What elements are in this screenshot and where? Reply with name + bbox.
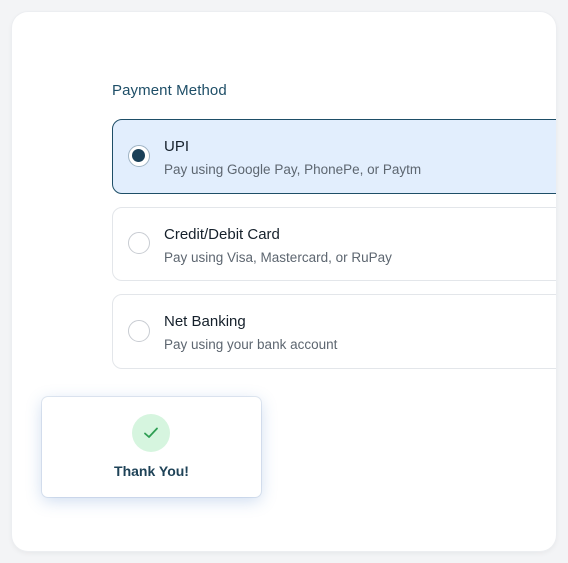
thank-you-toast: Thank You! <box>42 397 261 497</box>
section-title: Payment Method <box>112 82 227 99</box>
payment-option-card[interactable]: Credit/Debit Card Pay using Visa, Master… <box>112 207 556 281</box>
option-description: Pay using your bank account <box>164 337 338 352</box>
option-title: Credit/Debit Card <box>164 226 280 243</box>
payment-card: Payment Method UPI Pay using Google Pay,… <box>12 12 556 551</box>
radio-button-upi[interactable] <box>128 144 150 167</box>
check-icon <box>144 427 158 438</box>
success-badge <box>132 414 170 452</box>
option-title: Net Banking <box>164 313 246 330</box>
payment-option-net-banking[interactable]: Net Banking Pay using your bank account <box>112 294 556 369</box>
option-title: UPI <box>164 138 190 155</box>
radio-button-card[interactable] <box>128 232 150 254</box>
toast-message: Thank You! <box>114 463 189 479</box>
option-description: Pay using Google Pay, PhonePe, or Paytm <box>164 162 422 177</box>
payment-option-upi[interactable]: UPI Pay using Google Pay, PhonePe, or Pa… <box>112 119 556 194</box>
radio-button-net-banking[interactable] <box>128 319 150 342</box>
option-description: Pay using Visa, Mastercard, or RuPay <box>164 250 392 265</box>
